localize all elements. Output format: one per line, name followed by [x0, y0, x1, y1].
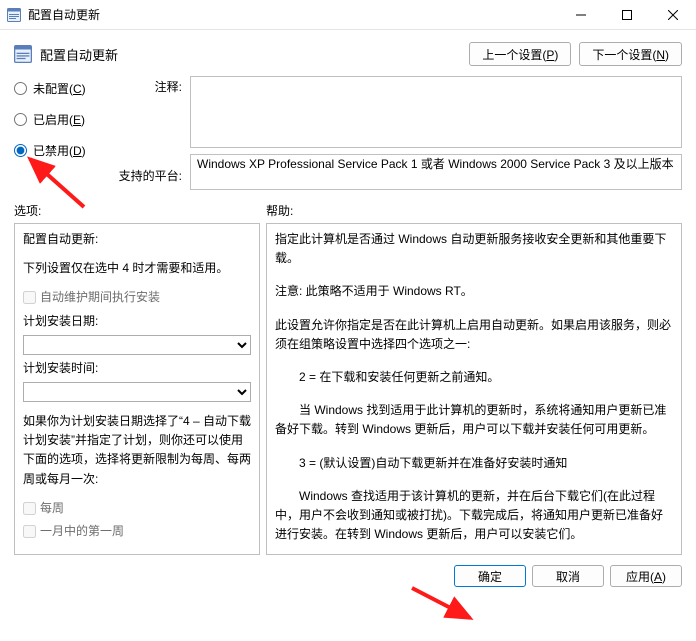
help-text: 注意: 此策略不适用于 Windows RT。: [275, 282, 673, 301]
titlebar: 配置自动更新: [0, 0, 696, 30]
checkbox-auto-maintenance-label: 自动维护期间执行安装: [40, 288, 160, 307]
radio-disabled-label[interactable]: 已禁用(D): [33, 142, 86, 159]
supported-on-text: Windows XP Professional Service Pack 1 或…: [190, 154, 682, 190]
options-heading: 配置自动更新:: [23, 230, 251, 249]
checkbox-first-week[interactable]: [23, 525, 36, 538]
policy-title: 配置自动更新: [40, 45, 118, 64]
panes: 配置自动更新: 下列设置仅在选中 4 时才需要和适用。 自动维护期间执行安装 计…: [0, 223, 696, 555]
help-text: 2 = 在下载和安装任何更新之前通知。: [275, 368, 673, 387]
radio-disabled[interactable]: [14, 144, 27, 157]
maximize-button[interactable]: [604, 0, 650, 30]
ok-button[interactable]: 确定: [454, 565, 526, 587]
options-label: 选项:: [14, 202, 266, 219]
cancel-button[interactable]: 取消: [532, 565, 604, 587]
comment-label: 注释:: [155, 78, 182, 95]
policy-icon: [6, 7, 22, 23]
radio-enabled[interactable]: [14, 113, 27, 126]
previous-setting-button[interactable]: 上一个设置(P): [469, 42, 571, 66]
radio-not-configured-label[interactable]: 未配置(C): [33, 80, 86, 97]
header: 配置自动更新 上一个设置(P) 下一个设置(N): [0, 30, 696, 74]
supported-label: 支持的平台:: [119, 167, 182, 184]
schedule-time-select[interactable]: [23, 382, 251, 402]
top-area: 未配置(C) 已启用(E) 已禁用(D) 注释: 支持的平台: Windows …: [0, 74, 696, 194]
close-button[interactable]: [650, 0, 696, 30]
options-paragraph: 如果你为计划安装日期选择了“4 – 自动下载计划安装”并指定了计划，则你还可以使…: [23, 412, 251, 489]
apply-button[interactable]: 应用(A): [610, 565, 682, 587]
minimize-button[interactable]: [558, 0, 604, 30]
help-pane[interactable]: 指定此计算机是否通过 Windows 自动更新服务接收安全更新和其他重要下载。 …: [266, 223, 682, 555]
checkbox-weekly-label: 每周: [40, 499, 64, 518]
comment-input[interactable]: [190, 76, 682, 148]
help-text: Windows 查找适用于该计算机的更新，并在后台下载它们(在此过程中，用户不会…: [275, 487, 673, 545]
checkbox-weekly[interactable]: [23, 502, 36, 515]
next-setting-button[interactable]: 下一个设置(N): [579, 42, 682, 66]
radio-enabled-label[interactable]: 已启用(E): [33, 111, 85, 128]
state-radio-group: 未配置(C) 已启用(E) 已禁用(D): [14, 76, 110, 190]
schedule-time-label: 计划安装时间:: [23, 359, 98, 378]
help-text: 3 = (默认设置)自动下载更新并在准备好安装时通知: [275, 454, 673, 473]
window-title: 配置自动更新: [28, 6, 100, 23]
help-label: 帮助:: [266, 202, 682, 219]
checkbox-auto-maintenance[interactable]: [23, 291, 36, 304]
options-pane[interactable]: 配置自动更新: 下列设置仅在选中 4 时才需要和适用。 自动维护期间执行安装 计…: [14, 223, 260, 555]
options-note: 下列设置仅在选中 4 时才需要和适用。: [23, 259, 251, 278]
help-text: 此设置允许你指定是否在此计算机上启用自动更新。如果启用该服务，则必须在组策略设置…: [275, 316, 673, 354]
schedule-day-label: 计划安装日期:: [23, 312, 98, 331]
footer: 确定 取消 应用(A): [0, 555, 696, 597]
radio-not-configured[interactable]: [14, 82, 27, 95]
checkbox-first-week-label: 一月中的第一周: [40, 522, 124, 541]
schedule-day-select[interactable]: [23, 335, 251, 355]
help-text: 当 Windows 找到适用于此计算机的更新时，系统将通知用户更新已准备好下载。…: [275, 401, 673, 439]
policy-icon: [14, 45, 32, 63]
help-text: 指定此计算机是否通过 Windows 自动更新服务接收安全更新和其他重要下载。: [275, 230, 673, 268]
